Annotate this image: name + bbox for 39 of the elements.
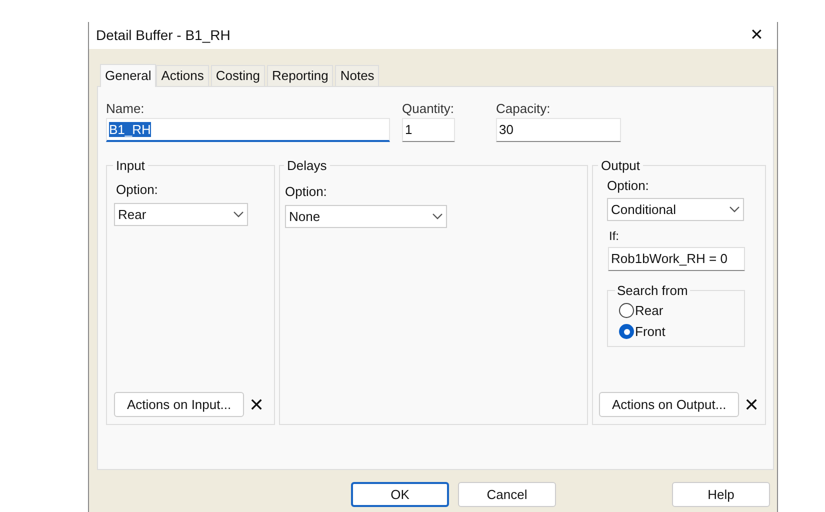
chevron-icon [729, 206, 740, 213]
dialog-button[interactable]: OK [351, 482, 449, 507]
text-field[interactable]: B1_RH [106, 118, 390, 142]
chevron-icon [432, 213, 443, 220]
tab[interactable]: Costing [210, 65, 265, 86]
radio-button[interactable] [619, 302, 634, 318]
window-title: Detail Buffer - B1_RH [96, 26, 230, 45]
clear-button[interactable]: ✕ [249, 396, 264, 414]
group-title: Output [600, 157, 642, 175]
dialog-button[interactable]: Cancel [458, 482, 556, 507]
tab[interactable]: Reporting [266, 65, 334, 86]
close-button[interactable]: ✕ [746, 28, 767, 44]
condition-label: If: [609, 228, 620, 245]
dialog-button[interactable]: Help [672, 482, 770, 507]
dropdown[interactable]: Conditional [607, 198, 744, 221]
actions-button[interactable]: Actions on Input... [114, 392, 244, 417]
group-title: Input [115, 157, 146, 175]
group-title: Search from [616, 282, 689, 300]
tab[interactable]: Actions [156, 65, 209, 86]
field-label: Name: [106, 100, 146, 115]
clear-button[interactable]: ✕ [744, 396, 760, 414]
radio-option[interactable]: Front [619, 322, 733, 342]
option-label: Option: [116, 180, 159, 199]
actions-button[interactable]: Actions on Output... [599, 392, 740, 417]
chevron-icon [233, 211, 244, 218]
dropdown[interactable]: None [285, 205, 447, 228]
text-field[interactable]: 30 [496, 118, 621, 142]
option-label: Option: [607, 176, 650, 195]
dropdown[interactable]: Rear [114, 203, 248, 226]
tab[interactable]: Notes [335, 65, 380, 86]
tab[interactable]: General [100, 64, 156, 87]
radio-option[interactable]: Rear [619, 300, 733, 320]
field-label: Quantity: [402, 100, 455, 115]
condition-field[interactable]: Rob1bWork_RH = 0 [608, 247, 745, 271]
group-title: Delays [286, 157, 328, 175]
option-label: Option: [285, 182, 328, 201]
field-label: Capacity: [496, 100, 552, 115]
text-field[interactable]: 1 [402, 118, 455, 142]
radio-button[interactable] [619, 324, 634, 340]
